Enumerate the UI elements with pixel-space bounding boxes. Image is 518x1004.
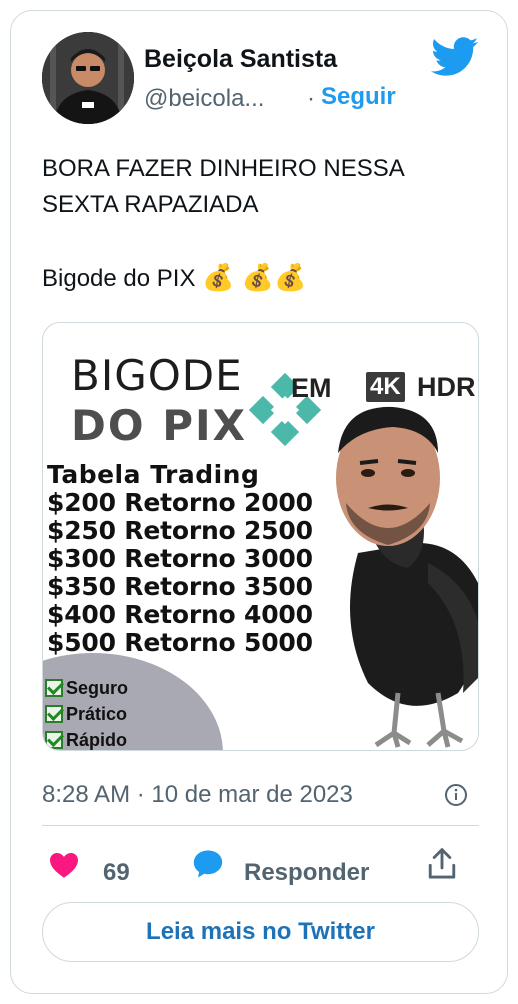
- checkbox-icon: [45, 731, 63, 749]
- share-icon[interactable]: [426, 847, 458, 881]
- tweet-line-1: BORA FAZER DINHEIRO NESSA: [42, 155, 405, 182]
- trading-row: $400 Retorno 4000: [47, 600, 313, 629]
- trading-table-title: Tabela Trading: [47, 460, 260, 489]
- heart-icon[interactable]: [48, 849, 80, 881]
- trading-table: Tabela Trading $200 Retorno 2000 $250 Re…: [47, 461, 313, 657]
- avatar-image: [42, 32, 134, 124]
- read-more-button[interactable]: Leia mais no Twitter: [42, 902, 479, 962]
- trading-row: $300 Retorno 3000: [47, 544, 313, 573]
- tweet-paragraph-2: Bigode do PIX 💰 💰💰: [42, 259, 482, 297]
- reply-icon[interactable]: [191, 847, 225, 881]
- follow-button[interactable]: Seguir: [321, 83, 396, 111]
- checkbox-icon: [45, 679, 63, 697]
- check-item: Seguro: [45, 675, 128, 701]
- author-name[interactable]: Beiçola Santista: [144, 45, 337, 74]
- moneybag-emojis: 💰 💰💰: [202, 262, 307, 292]
- vulture-person-figure: [336, 406, 478, 748]
- trading-row: $200 Retorno 2000: [47, 488, 313, 517]
- tweet-timestamp[interactable]: 8:28 AM · 10 de mar de 2023: [42, 781, 353, 809]
- tweet-card: Beiçola Santista @beicola... · Seguir BO…: [10, 10, 508, 994]
- separator-dot: ·: [307, 85, 315, 112]
- tweet-line-2: SEXTA RAPAZIADA: [42, 191, 259, 218]
- author-handle[interactable]: @beicola...: [144, 85, 264, 113]
- trading-row: $250 Retorno 2500: [47, 516, 313, 545]
- tweet-media-image[interactable]: BIGODE DO PIX EM 4K HDR Tabela Trading $…: [42, 322, 479, 751]
- media-title-line1: BIGODE: [71, 351, 243, 400]
- checkbox-icon: [45, 705, 63, 723]
- trading-row: $500 Retorno 5000: [47, 628, 313, 657]
- tweet-text: BORA FAZER DINHEIRO NESSA SEXTA RAPAZIAD…: [42, 151, 482, 297]
- like-count[interactable]: 69: [103, 859, 130, 887]
- trading-row: $350 Retorno 3500: [47, 572, 313, 601]
- reply-button[interactable]: Responder: [244, 859, 369, 887]
- twitter-bird-icon[interactable]: [431, 37, 479, 77]
- media-title-line2: DO PIX: [71, 401, 247, 450]
- avatar[interactable]: [42, 32, 134, 124]
- checklist: Seguro Prático Rápido: [45, 675, 128, 750]
- check-item: Rápido: [45, 727, 128, 750]
- divider: [42, 825, 479, 826]
- tweet-bigode-text: Bigode do PIX: [42, 265, 196, 292]
- info-icon[interactable]: [444, 783, 468, 807]
- check-item: Prático: [45, 701, 128, 727]
